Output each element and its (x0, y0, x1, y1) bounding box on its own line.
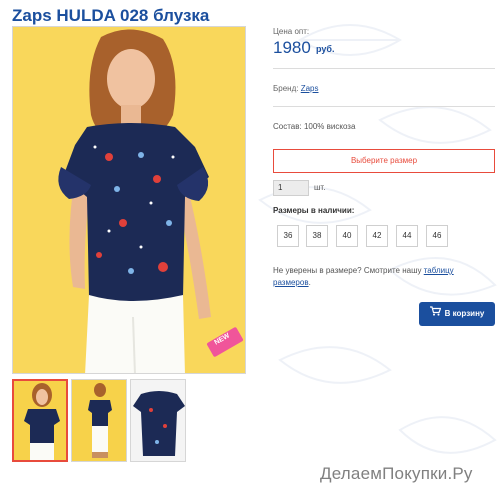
size-option-38[interactable]: 38 (306, 225, 328, 247)
cart-icon (429, 302, 441, 326)
quantity-input[interactable]: 1 (273, 180, 309, 196)
divider (273, 68, 495, 69)
thumbnail-image (14, 381, 66, 460)
size-option-36[interactable]: 36 (277, 225, 299, 247)
size-hint-text: Не уверены в размере? Смотрите нашу (273, 266, 422, 275)
quantity-unit: шт. (314, 183, 326, 192)
size-hint-suffix: . (308, 278, 311, 287)
size-option-46[interactable]: 46 (426, 225, 448, 247)
thumbnail-2[interactable] (71, 379, 127, 462)
size-option-44[interactable]: 44 (396, 225, 418, 247)
size-option-42[interactable]: 42 (366, 225, 388, 247)
brand-row: Бренд: Zaps (273, 84, 319, 93)
brand-label: Бренд: (273, 84, 299, 93)
thumbnail-1[interactable] (12, 379, 68, 462)
price-currency: руб. (316, 44, 335, 54)
thumbnail-image (131, 380, 185, 461)
size-select-button[interactable]: Выберите размер (273, 149, 495, 173)
composition-text: Состав: 100% вискоза (273, 122, 356, 131)
price-label: Цена опт: (273, 27, 310, 36)
leaf-pattern-background (258, 24, 497, 454)
price-value: 1980 (273, 38, 311, 57)
divider (273, 106, 495, 107)
add-to-cart-label: В корзину (444, 309, 485, 319)
thumbnail-3[interactable] (130, 379, 186, 462)
new-badge (207, 327, 243, 357)
site-watermark: ДелаемПокупки.Ру (320, 464, 473, 483)
thumbnail-image (72, 380, 126, 461)
sizes-available-title: Размеры в наличии: (273, 206, 355, 215)
main-product-photo[interactable]: NEW (12, 26, 246, 374)
brand-link[interactable]: Zaps (301, 84, 319, 93)
size-hint: Не уверены в размере? Смотрите нашу табл… (273, 265, 488, 289)
product-title: Zaps HULDA 028 блузка (12, 6, 210, 25)
size-option-40[interactable]: 40 (336, 225, 358, 247)
model-photo-image (13, 27, 245, 373)
add-to-cart-button[interactable]: В корзину (419, 302, 495, 326)
